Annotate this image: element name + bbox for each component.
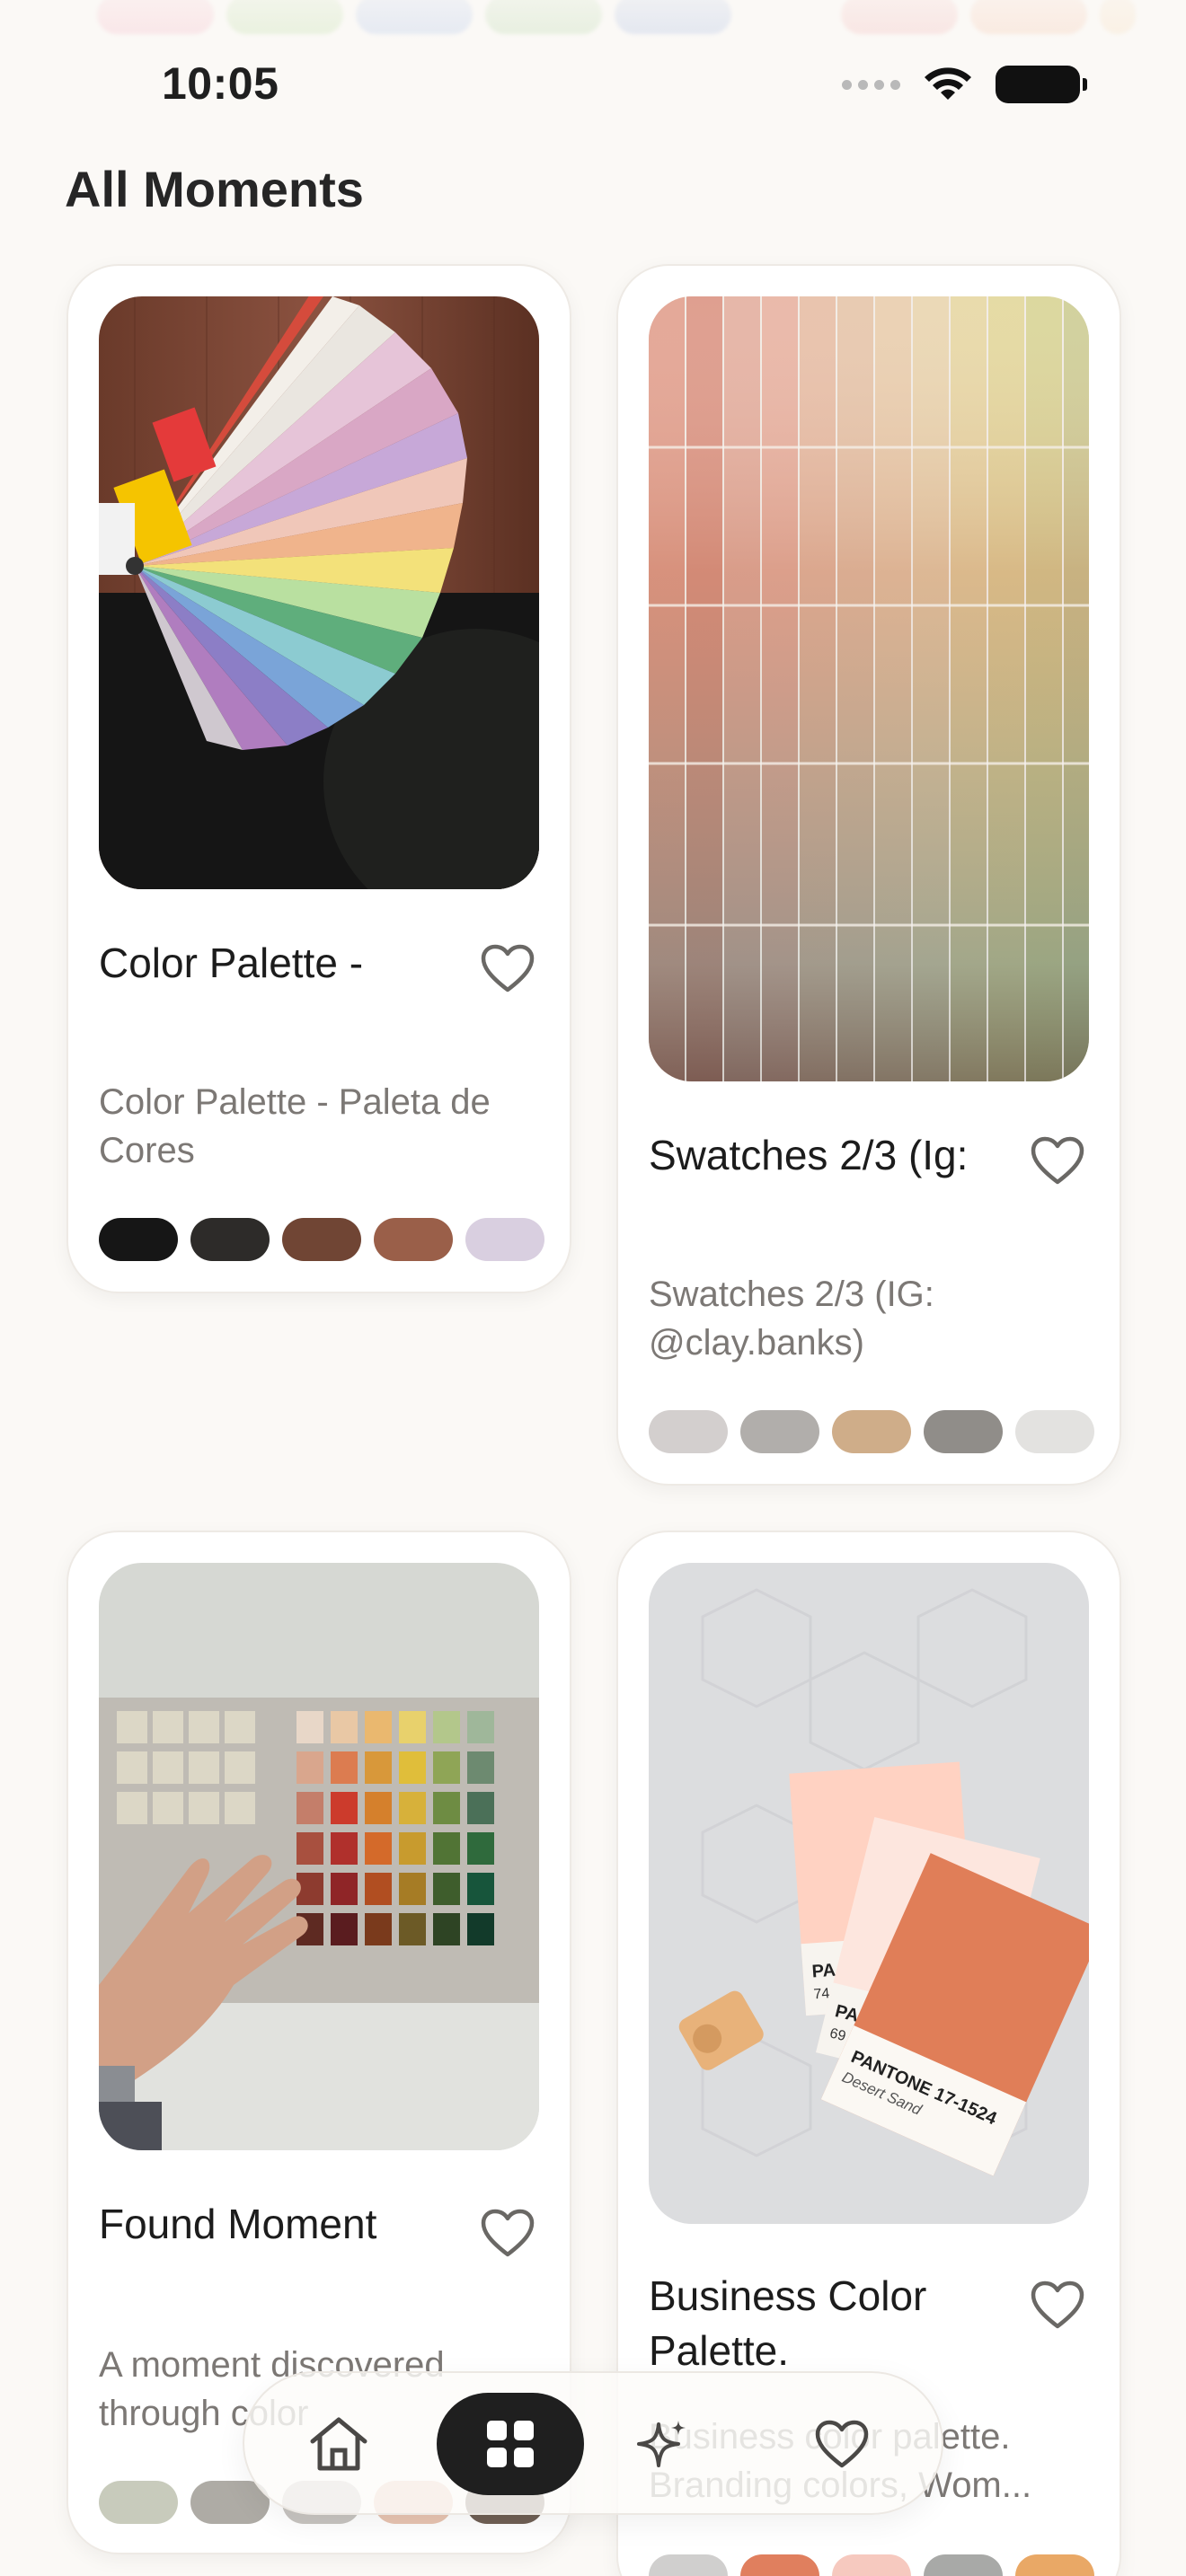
battery-icon <box>996 66 1087 103</box>
grid-icon <box>487 2421 534 2467</box>
color-chip <box>97 0 214 34</box>
color-swatch[interactable] <box>649 1410 728 1453</box>
color-swatch[interactable] <box>1015 2554 1094 2576</box>
house-icon <box>310 2417 367 2471</box>
color-swatch[interactable] <box>190 1218 270 1261</box>
color-swatch[interactable] <box>99 1218 178 1261</box>
status-indicators <box>842 65 1087 104</box>
swatch-row <box>649 1410 1094 1453</box>
color-swatch[interactable] <box>465 1218 544 1261</box>
color-chip <box>841 0 958 34</box>
color-swatch[interactable] <box>924 2554 1003 2576</box>
bottom-tab-bar <box>243 2371 943 2515</box>
color-swatch[interactable] <box>740 1410 819 1453</box>
heart-icon[interactable] <box>480 943 535 993</box>
cellular-signal-icon <box>842 79 900 90</box>
color-swatch[interactable] <box>374 1218 453 1261</box>
color-swatch[interactable] <box>832 2554 911 2576</box>
color-chip <box>226 0 343 34</box>
tab-favorites[interactable] <box>792 2395 891 2493</box>
heart-icon <box>815 2420 869 2468</box>
top-color-chips <box>0 0 1186 36</box>
heart-icon[interactable] <box>1030 2280 1085 2330</box>
color-chart-photo <box>99 1563 539 2150</box>
color-swatch[interactable] <box>832 1410 911 1453</box>
sparkles-icon <box>637 2421 686 2467</box>
tab-grid[interactable] <box>437 2393 584 2495</box>
swatch-wall-photo <box>649 296 1089 1081</box>
pantone-cards-photo: PA 74 PA 69 PANTONE 17-1524 Desert Sand <box>649 1563 1089 2224</box>
moment-card-color-palette[interactable]: Color Palette - Color Palette - Paleta d… <box>66 264 571 1293</box>
color-chip <box>970 0 1087 34</box>
fan-deck-photo <box>99 296 539 889</box>
heart-icon[interactable] <box>1030 1135 1085 1186</box>
moment-title: Color Palette - <box>99 940 364 986</box>
color-swatch[interactable] <box>649 2554 728 2576</box>
color-chip <box>1100 0 1136 34</box>
color-swatch[interactable] <box>1015 1410 1094 1453</box>
swatch-row <box>99 1218 544 1261</box>
swatch-row <box>649 2554 1094 2576</box>
color-chip <box>485 0 602 34</box>
svg-text:PA: PA <box>811 1961 836 1982</box>
color-chip <box>615 0 731 34</box>
app-screen: 10:05 All Moments Color Palette - Color … <box>0 0 1186 2576</box>
status-time: 10:05 <box>162 58 279 109</box>
tab-magic[interactable] <box>613 2395 712 2493</box>
moment-description: Color Palette - Paleta de Cores <box>99 1082 491 1170</box>
moment-title: Found Moment <box>99 2201 377 2247</box>
page-title: All Moments <box>65 161 364 217</box>
moment-card-swatches[interactable]: Swatches 2/3 (Ig: Swatches 2/3 (IG: @cla… <box>616 264 1121 1486</box>
color-chip <box>356 0 473 34</box>
color-swatch[interactable] <box>924 1410 1003 1453</box>
moment-title: Business Color Palette. <box>649 2272 927 2374</box>
color-swatch[interactable] <box>282 1218 361 1261</box>
moment-title: Swatches 2/3 (Ig: <box>649 1132 969 1178</box>
svg-text:74: 74 <box>813 1986 830 2002</box>
color-swatch[interactable] <box>99 2481 178 2524</box>
tab-home[interactable] <box>289 2395 388 2493</box>
color-swatch[interactable] <box>740 2554 819 2576</box>
wifi-icon <box>925 67 971 100</box>
heart-icon[interactable] <box>480 2208 535 2258</box>
moment-description: Swatches 2/3 (IG: @clay.banks) <box>649 1275 934 1363</box>
